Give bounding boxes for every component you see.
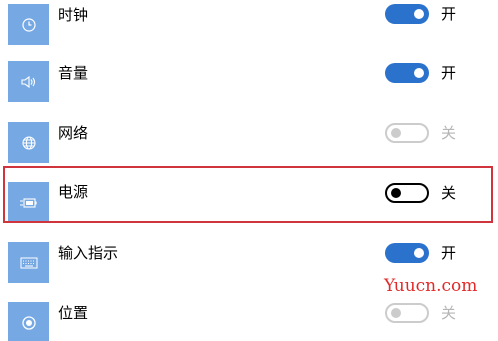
setting-label: 输入指示 bbox=[58, 244, 119, 262]
toggle-state-label: 开 bbox=[441, 5, 457, 23]
setting-row-network: 网络 关 bbox=[0, 107, 498, 167]
toggle-state-label: 关 bbox=[441, 304, 457, 322]
toggle-state-label: 开 bbox=[441, 64, 457, 82]
setting-label: 音量 bbox=[58, 64, 89, 82]
setting-label: 网络 bbox=[58, 124, 89, 142]
setting-label: 电源 bbox=[58, 183, 89, 201]
clock-toggle[interactable] bbox=[385, 4, 429, 24]
toggle-state-label: 关 bbox=[441, 124, 457, 142]
setting-label: 位置 bbox=[58, 304, 89, 322]
watermark: Yuucn.com bbox=[384, 276, 478, 296]
toggle-knob bbox=[414, 68, 424, 78]
input-indicator-toggle[interactable] bbox=[385, 243, 429, 263]
volume-toggle[interactable] bbox=[385, 63, 429, 83]
toggle-knob bbox=[414, 248, 424, 258]
location-toggle[interactable] bbox=[385, 303, 429, 323]
toggle-state-label: 关 bbox=[441, 184, 457, 202]
power-toggle[interactable] bbox=[385, 183, 429, 203]
setting-label: 时钟 bbox=[58, 6, 89, 24]
keyboard-icon bbox=[8, 242, 49, 283]
location-icon bbox=[8, 302, 49, 341]
volume-icon bbox=[8, 61, 49, 102]
toggle-knob bbox=[391, 308, 401, 318]
network-toggle[interactable] bbox=[385, 123, 429, 143]
toggle-state-label: 开 bbox=[441, 244, 457, 262]
globe-icon bbox=[8, 122, 49, 163]
system-icons-settings: 时钟 开 音量 开 网络 关 电源 关 输入指示 开 位置 关 Yuucn.co… bbox=[0, 0, 498, 341]
toggle-knob bbox=[414, 9, 424, 19]
toggle-knob bbox=[391, 188, 401, 198]
toggle-knob bbox=[391, 128, 401, 138]
setting-row-power: 电源 关 bbox=[0, 166, 498, 226]
setting-row-volume: 音量 开 bbox=[0, 47, 498, 107]
battery-icon bbox=[8, 182, 49, 223]
setting-row-clock: 时钟 开 bbox=[0, 0, 498, 47]
clock-icon bbox=[8, 4, 49, 45]
